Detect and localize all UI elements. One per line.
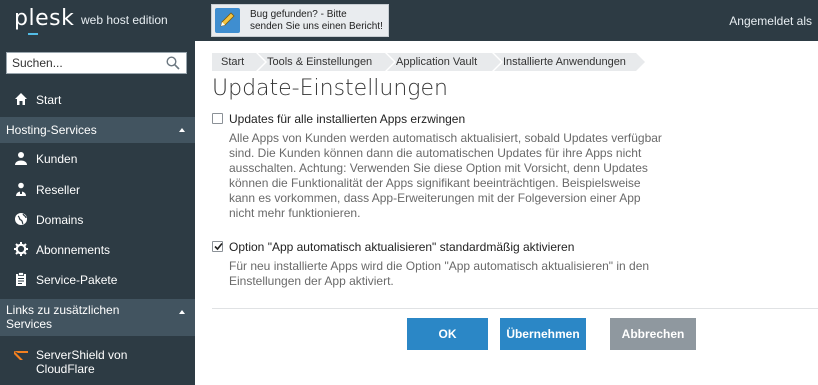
force-updates-checkbox[interactable] — [212, 113, 223, 124]
checkmark-icon — [214, 242, 223, 251]
section-additional-services[interactable]: Links zu zusätzlichen Services — [0, 299, 195, 336]
section-label-line2: Services — [6, 317, 53, 331]
logo-accent — [28, 33, 38, 35]
servershield-label-line2: CloudFlare — [36, 362, 95, 376]
top-bar: plesk web host edition Bug gefunden? - B… — [0, 0, 818, 41]
sidebar-item-subscriptions[interactable]: Abonnements — [0, 237, 195, 263]
option-description: Für neu installierte Apps wird die Optio… — [229, 259, 674, 289]
divider — [212, 308, 818, 309]
logged-in-label[interactable]: Angemeldet als — [729, 14, 812, 28]
breadcrumb-item-installed-apps[interactable]: Installierte Anwendungen — [494, 53, 647, 71]
breadcrumb-item-tools-settings[interactable]: Tools & Einstellungen — [258, 53, 396, 71]
edition-label: web host edition — [81, 13, 168, 27]
desc-line: Für neu installierte Apps wird die Optio… — [229, 259, 650, 273]
option-label[interactable]: Option "App automatisch aktualisieren" s… — [229, 240, 574, 254]
user-icon — [14, 151, 28, 165]
servershield-label-line1: ServerShield von — [36, 348, 128, 362]
apply-button[interactable]: Übernehmen — [500, 318, 586, 350]
sidebar-item-label: Start — [36, 93, 62, 107]
cloudflare-icon — [14, 349, 28, 363]
desc-line: Einstellungen der App aktiviert. — [229, 274, 394, 288]
search-icon[interactable] — [166, 56, 180, 73]
sidebar-item-customers[interactable]: Kunden — [0, 146, 195, 172]
section-hosting-services[interactable]: Hosting-Services — [0, 117, 195, 143]
bug-report-button[interactable]: Bug gefunden? - Bitte senden Sie uns ein… — [211, 4, 389, 37]
ok-button[interactable]: OK — [407, 318, 488, 350]
home-icon — [14, 92, 28, 106]
option-label[interactable]: Updates für alle installierten Apps erzw… — [229, 112, 465, 126]
sidebar-item-start[interactable]: Start — [0, 87, 195, 113]
sidebar-item-reseller[interactable]: Reseller — [0, 177, 195, 203]
sidebar-item-label: Reseller — [36, 183, 81, 197]
pencil-icon — [215, 8, 240, 33]
search-box[interactable] — [6, 52, 187, 74]
section-label-line1: Links zu zusätzlichen — [6, 303, 120, 317]
breadcrumb-item-start[interactable]: Start — [212, 53, 267, 71]
sidebar-item-label: Kunden — [36, 152, 78, 166]
plesk-logo[interactable]: plesk — [14, 6, 74, 31]
clipboard-icon — [14, 272, 28, 286]
reseller-icon — [14, 182, 28, 196]
page-title: Update-Einstellungen — [212, 76, 448, 101]
sidebar-item-label: Domains — [36, 213, 84, 227]
desc-line: sind. Die Kunden können dann die automat… — [229, 146, 642, 160]
desc-line: können die Funktionalität der Apps signi… — [229, 176, 641, 190]
bug-text-line2: senden Sie uns einen Bericht! — [250, 21, 383, 32]
bug-text-line1: Bug gefunden? - Bitte — [250, 9, 347, 20]
sidebar: Start Hosting-Services Kunden Reseller D… — [0, 41, 195, 385]
breadcrumb-item-application-vault[interactable]: Application Vault — [387, 53, 503, 71]
sidebar-item-label: Service-Pakete — [36, 273, 118, 287]
globe-icon — [14, 212, 28, 226]
sidebar-item-servershield[interactable]: ServerShield von CloudFlare — [0, 344, 195, 380]
option-description: Alle Apps von Kunden werden automatisch … — [229, 131, 674, 221]
auto-update-default-checkbox[interactable] — [212, 241, 223, 252]
gear-icon — [14, 242, 28, 256]
cancel-button[interactable]: Abbrechen — [610, 318, 696, 350]
desc-line: nicht mehr funktionieren. — [229, 206, 361, 220]
desc-line: Alle Apps von Kunden werden automatisch … — [229, 131, 662, 145]
sidebar-item-label: Abonnements — [36, 243, 111, 257]
collapse-arrow-icon — [179, 310, 185, 314]
sidebar-item-domains[interactable]: Domains — [0, 207, 195, 233]
desc-line: ausschalten. Achtung: Verwenden Sie dies… — [229, 161, 648, 175]
desc-line: kann es vorkommen, dass App-Erweiterunge… — [229, 191, 641, 205]
sidebar-item-service-plans[interactable]: Service-Pakete — [0, 267, 195, 293]
search-input[interactable] — [7, 53, 157, 73]
section-label: Hosting-Services — [6, 123, 97, 137]
collapse-arrow-icon — [179, 128, 185, 132]
